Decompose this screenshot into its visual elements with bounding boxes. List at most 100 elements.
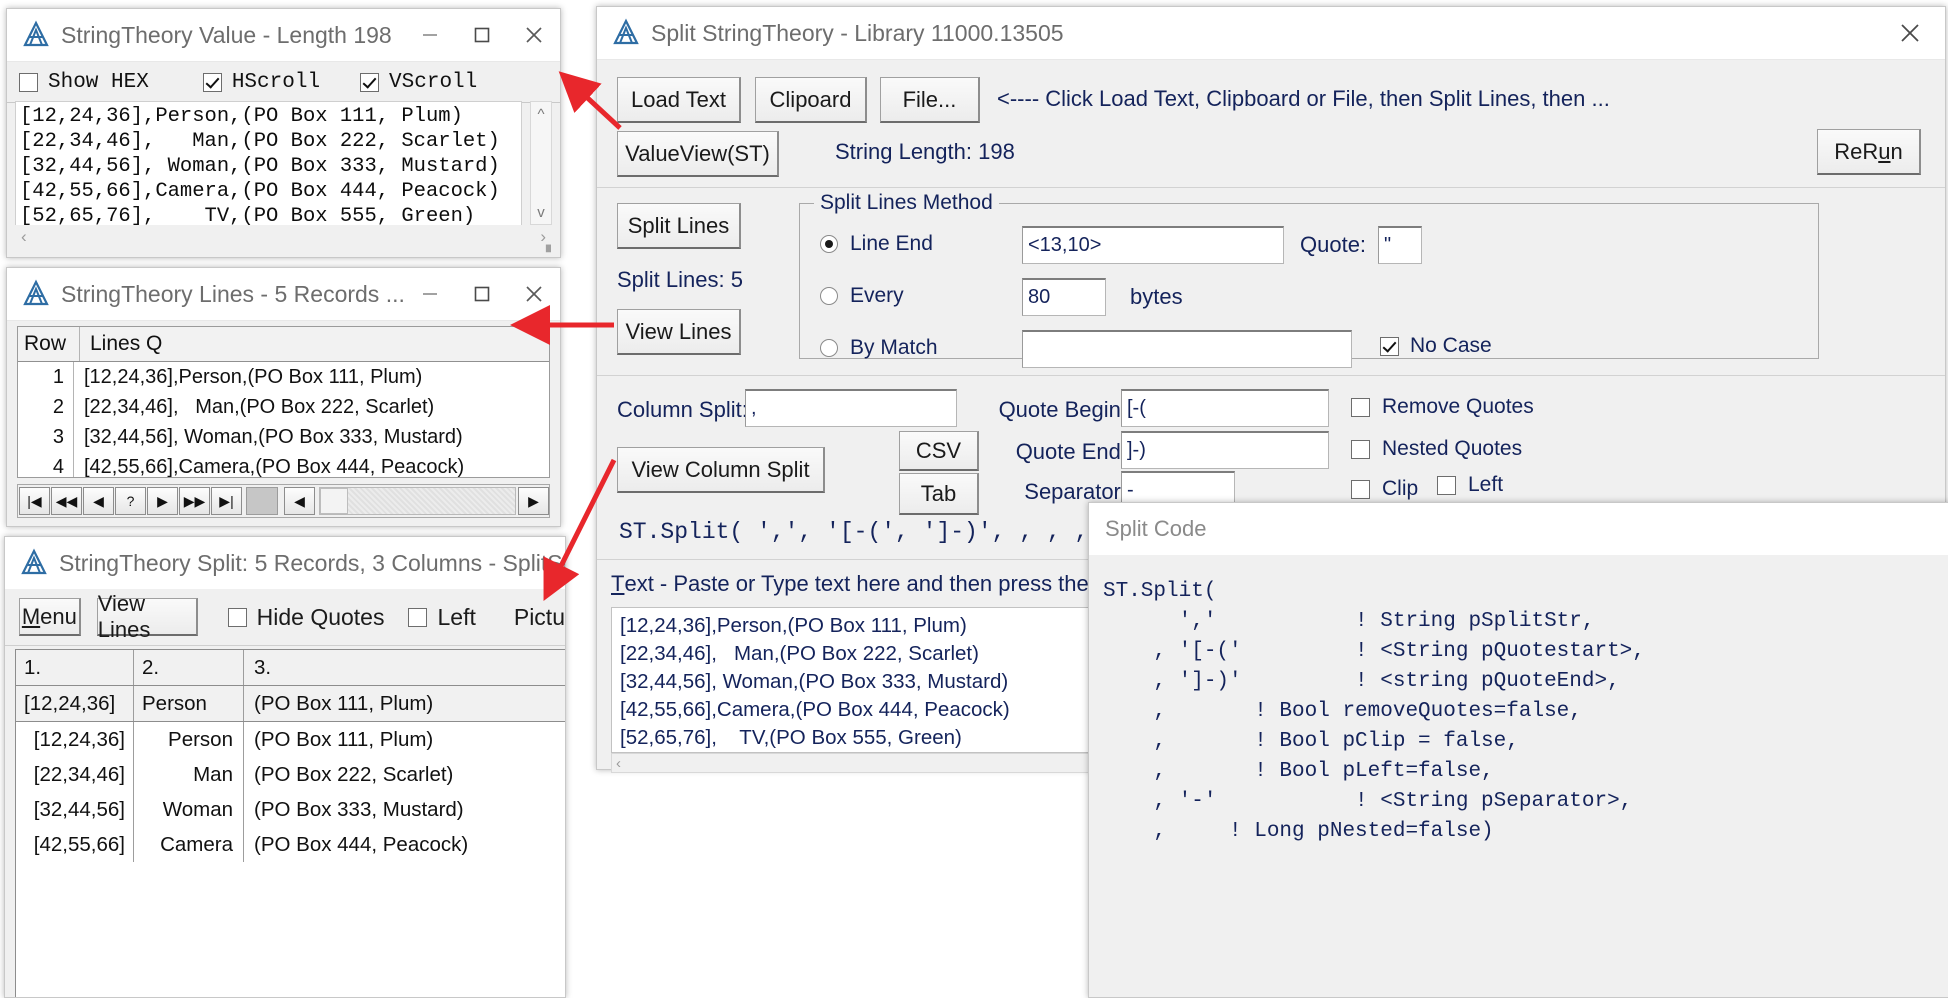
value-text-area[interactable]: [12,24,36],Person,(PO Box 111, Plum) [22… — [15, 101, 522, 227]
no-case-checkbox[interactable]: No Case — [1380, 334, 1492, 358]
table-row[interactable]: 2 [22,34,46], Man,(PO Box 222, Scarlet) — [18, 392, 549, 422]
hide-quotes-label: Hide Quotes — [257, 604, 385, 631]
no-case-box[interactable] — [1380, 337, 1399, 356]
scroll-down-icon[interactable]: v — [531, 202, 551, 222]
every-radio[interactable]: Every — [820, 284, 904, 308]
table-row[interactable]: [32,44,56] Woman (PO Box 333, Mustard) — [16, 792, 565, 827]
cell-col3: (PO Box 444, Peacock) — [244, 827, 565, 862]
split-grid-selected-row[interactable]: [12,24,36] Person (PO Box 111, Plum) — [16, 686, 565, 722]
clip-checkbox[interactable]: Clip — [1351, 477, 1418, 501]
file-button[interactable]: File... — [880, 77, 980, 123]
resize-grip-icon[interactable]: ▖ — [546, 237, 556, 253]
value-window-titlebar: StringTheory Value - Length 198 — [7, 9, 560, 62]
close-icon[interactable] — [508, 9, 560, 61]
rerun-button[interactable]: ReRun — [1817, 129, 1921, 175]
by-match-radio[interactable]: By Match — [820, 336, 938, 360]
split-window-title: StringTheory Split: 5 Records, 3 Columns… — [59, 550, 565, 577]
cell-col2: Camera — [134, 827, 244, 862]
load-text-button[interactable]: Load Text — [617, 77, 741, 123]
tab-button[interactable]: Tab — [899, 473, 979, 515]
left-checkbox[interactable]: Left — [1437, 473, 1503, 497]
remove-quotes-box[interactable] — [1351, 398, 1370, 417]
split-code-body[interactable]: ST.Split( ',' ! String pSplitStr, , '[-(… — [1089, 555, 1948, 997]
quote-input[interactable]: " — [1378, 226, 1422, 264]
every-bytes-input[interactable]: 80 — [1022, 278, 1106, 316]
hscroll-box[interactable] — [203, 73, 222, 92]
by-match-radio-button[interactable] — [820, 339, 838, 357]
nav-first-icon[interactable]: |◀ — [19, 487, 50, 515]
hscroll-track[interactable] — [319, 487, 516, 515]
lines-grid[interactable]: Row Lines Q 1 [12,24,36],Person,(PO Box … — [17, 326, 550, 478]
remove-quotes-checkbox[interactable]: Remove Quotes — [1351, 395, 1534, 419]
view-lines-button[interactable]: View Lines — [617, 309, 741, 355]
nav-locate-icon[interactable]: ? — [115, 487, 146, 515]
lines-navigation-bar[interactable]: |◀ ◀◀ ◀ ? ▶ ▶▶ ▶| ◀ ▶ — [17, 484, 550, 518]
show-hex-box[interactable] — [19, 73, 38, 92]
split-left-checkbox[interactable]: Left — [408, 604, 475, 631]
nav-thumb[interactable] — [246, 487, 278, 515]
clipboard-button[interactable]: Clipoard — [755, 77, 867, 123]
hscroll-right-icon[interactable]: ▶ — [518, 487, 549, 515]
split-left-box[interactable] — [408, 608, 427, 627]
cell-col1: [42,55,66] — [16, 827, 134, 862]
hscroll-left-icon[interactable]: ◀ — [284, 487, 315, 515]
scroll-up-icon[interactable]: ^ — [531, 104, 551, 124]
value-window-title: StringTheory Value - Length 198 — [61, 22, 404, 49]
close-icon[interactable] — [1875, 7, 1945, 59]
line-end-label: Line End — [850, 232, 933, 256]
every-radio-button[interactable] — [820, 287, 838, 305]
view-column-split-button[interactable]: View Column Split — [617, 447, 825, 493]
clip-box[interactable] — [1351, 480, 1370, 499]
table-row[interactable]: 1 [12,24,36],Person,(PO Box 111, Plum) — [18, 362, 549, 392]
paste-text-area[interactable]: [12,24,36],Person,(PO Box 111, Plum) [22… — [611, 607, 1091, 753]
nav-last-icon[interactable]: ▶| — [211, 487, 242, 515]
cell-line: [32,44,56], Woman,(PO Box 333, Mustard) — [73, 422, 549, 452]
line-end-input[interactable]: <13,10> — [1022, 226, 1284, 264]
hscroll-thumb[interactable] — [320, 488, 348, 514]
csv-button[interactable]: CSV — [899, 431, 979, 471]
maximize-icon[interactable] — [456, 9, 508, 61]
hide-quotes-box[interactable] — [228, 608, 247, 627]
quote-value: " — [1384, 234, 1391, 257]
close-icon[interactable] — [508, 268, 560, 320]
table-row[interactable]: 3 [32,44,56], Woman,(PO Box 333, Mustard… — [18, 422, 549, 452]
column-split-input[interactable]: , — [745, 389, 957, 427]
hide-quotes-checkbox[interactable]: Hide Quotes — [228, 604, 385, 631]
minimize-icon[interactable] — [404, 268, 456, 320]
quote-begin-input[interactable]: [-( — [1121, 389, 1329, 427]
scroll-left-icon[interactable]: ‹ — [21, 227, 27, 247]
left-box[interactable] — [1437, 476, 1456, 495]
hscroll-checkbox[interactable]: HScroll — [203, 71, 320, 94]
nav-page-back-icon[interactable]: ◀◀ — [51, 487, 82, 515]
nav-page-forward-icon[interactable]: ▶▶ — [179, 487, 210, 515]
nested-quotes-box[interactable] — [1351, 440, 1370, 459]
vscroll-box[interactable] — [360, 73, 379, 92]
stringtheory-split-window: StringTheory Split: 5 Records, 3 Columns… — [4, 536, 566, 998]
nav-prev-icon[interactable]: ◀ — [83, 487, 114, 515]
view-lines-button[interactable]: View Lines — [97, 598, 198, 636]
table-row[interactable]: [42,55,66] Camera (PO Box 444, Peacock) — [16, 827, 565, 862]
table-row[interactable]: [12,24,36] Person (PO Box 111, Plum) — [16, 722, 565, 757]
maximize-icon[interactable] — [456, 268, 508, 320]
nested-quotes-checkbox[interactable]: Nested Quotes — [1351, 437, 1522, 461]
value-view-button[interactable]: ValueView(ST) — [617, 131, 779, 177]
bytes-unit-label: bytes — [1130, 284, 1183, 310]
show-hex-checkbox[interactable]: Show HEX — [19, 71, 149, 94]
nav-next-icon[interactable]: ▶ — [147, 487, 178, 515]
table-row[interactable]: 4 [42,55,66],Camera,(PO Box 444, Peacock… — [18, 452, 549, 478]
table-row[interactable]: [22,34,46] Man (PO Box 222, Scarlet) — [16, 757, 565, 792]
paste-text-hscrollbar[interactable]: ‹ — [611, 753, 1089, 773]
menu-button[interactable]: Menu — [19, 598, 81, 636]
quote-end-input[interactable]: ]-) — [1121, 431, 1329, 469]
value-horizontal-scrollbar[interactable]: ‹ › — [15, 225, 552, 249]
by-match-input[interactable] — [1022, 330, 1352, 368]
split-grid[interactable]: 1. 2. 3. [12,24,36] Person (PO Box 111, … — [15, 649, 565, 997]
line-end-radio[interactable]: Line End — [820, 232, 933, 256]
minimize-icon[interactable] — [404, 9, 456, 61]
value-vertical-scrollbar[interactable]: ^ v — [530, 101, 552, 225]
line-end-radio-button[interactable] — [820, 235, 838, 253]
split-lines-button[interactable]: Split Lines — [617, 203, 741, 249]
vscroll-checkbox[interactable]: VScroll — [360, 71, 477, 94]
by-match-label: By Match — [850, 336, 938, 360]
split-code-content: ST.Split( ',' ! String pSplitStr, , '[-(… — [1103, 577, 1948, 847]
